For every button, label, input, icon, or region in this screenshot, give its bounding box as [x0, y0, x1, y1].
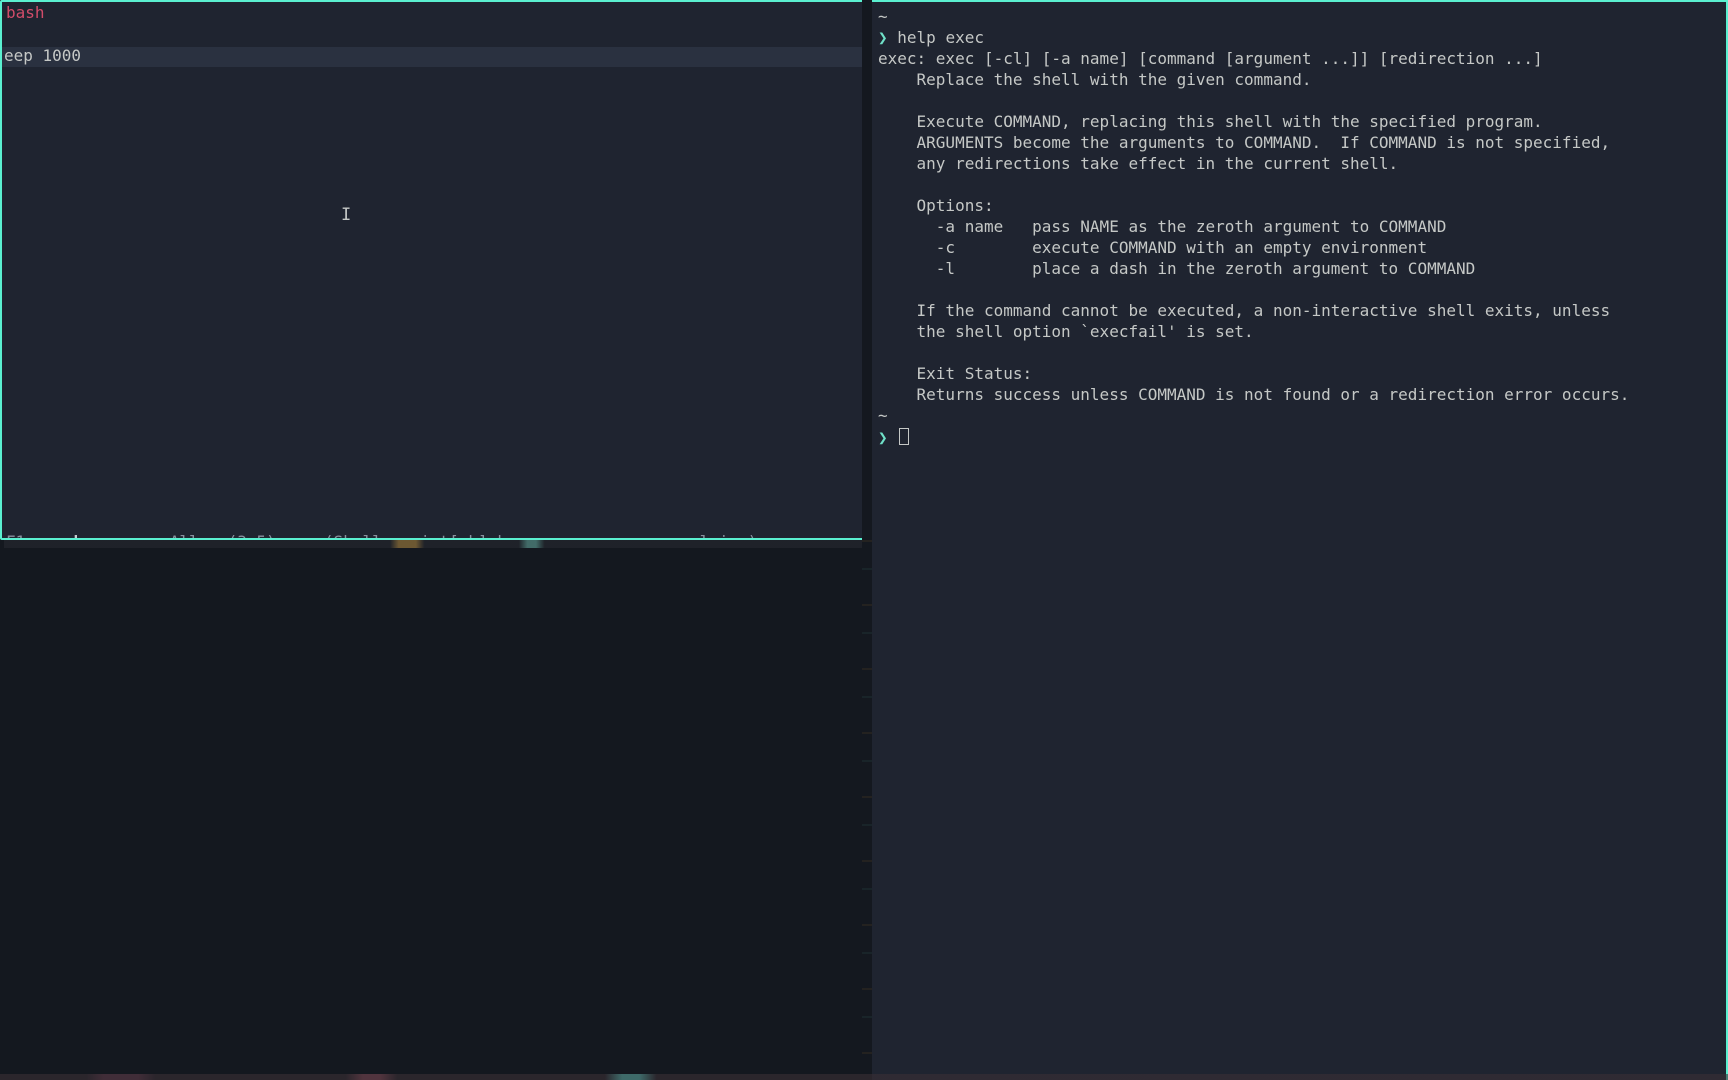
- help-output-line: [878, 281, 1720, 302]
- help-output-line: -a name pass NAME as the zeroth argument…: [878, 218, 1720, 239]
- help-output-line: [878, 176, 1720, 197]
- editor-body[interactable]: eep 1000 I: [2, 27, 864, 506]
- bottom-left-pane[interactable]: [0, 540, 866, 1080]
- gutter-decoration: [862, 540, 872, 1080]
- right-terminal-inner: ~ ❯ help exec exec: exec [-cl] [-a name]…: [878, 8, 1720, 449]
- term-pwd-tilde-1: ~: [878, 8, 1720, 29]
- prompt-icon: ❯: [878, 428, 888, 447]
- terminal-cursor-icon: [899, 428, 909, 445]
- help-output-line: exec: exec [-cl] [-a name] [command [arg…: [878, 50, 1720, 71]
- term-prompt-line-1: ❯ help exec: [878, 29, 1720, 50]
- help-output-line: Options:: [878, 197, 1720, 218]
- help-output-line: [878, 344, 1720, 365]
- help-output-line: Returns success unless COMMAND is not fo…: [878, 386, 1720, 407]
- prompt-icon: ❯: [878, 28, 888, 47]
- desktop-taskbar-sliver: [0, 1074, 1728, 1080]
- help-output-line: -l place a dash in the zeroth argument t…: [878, 260, 1720, 281]
- help-output-line: the shell option `execfail' is set.: [878, 323, 1720, 344]
- help-output-line: If the command cannot be executed, a non…: [878, 302, 1720, 323]
- statusbar-left-marker: F1: [6, 532, 25, 538]
- help-output-line: Execute COMMAND, replacing this shell wi…: [878, 113, 1720, 134]
- editor-status-bar: F1 a.sh All (3,5) (Shell-script[sh] hs y…: [2, 513, 864, 538]
- vertical-split-gutter[interactable]: [862, 0, 872, 1080]
- help-output-line: Exit Status:: [878, 365, 1720, 386]
- statusbar-modes: (Shell-script[sh] hs yas company counsel…: [324, 532, 757, 538]
- statusbar-filename: a.sh: [45, 532, 84, 538]
- statusbar-dashes: ----------------------------: [757, 532, 864, 538]
- editor-line-3-current: eep 1000: [2, 47, 864, 67]
- help-output-line: any redirections take effect in the curr…: [878, 155, 1720, 176]
- term-command-1: help exec: [897, 28, 984, 47]
- text-cursor-icon: I: [341, 206, 351, 226]
- editor-inner: bash eep 1000 I F1 a.sh All (3,5) (Shell…: [2, 2, 864, 538]
- right-terminal-pane[interactable]: ~ ❯ help exec exec: exec [-cl] [-a name]…: [872, 0, 1728, 1080]
- editor-shebang-line: bash: [2, 2, 864, 27]
- term-pwd-tilde-2: ~: [878, 407, 1720, 428]
- term-prompt-line-2[interactable]: ❯: [878, 428, 1720, 449]
- editor-line-2: [2, 27, 864, 47]
- bottom-left-titlebar-sliver: [4, 540, 862, 548]
- statusbar-cursor-pos: (3,5): [228, 532, 276, 538]
- editor-pane[interactable]: bash eep 1000 I F1 a.sh All (3,5) (Shell…: [0, 0, 866, 540]
- help-output-line: ARGUMENTS become the arguments to COMMAN…: [878, 134, 1720, 155]
- statusbar-scroll: All: [170, 532, 199, 538]
- desktop-root: bash eep 1000 I F1 a.sh All (3,5) (Shell…: [0, 0, 1728, 1080]
- help-output-line: -c execute COMMAND with an empty environ…: [878, 239, 1720, 260]
- help-output-line: [878, 92, 1720, 113]
- left-column: bash eep 1000 I F1 a.sh All (3,5) (Shell…: [0, 0, 866, 1080]
- help-output-line: Replace the shell with the given command…: [878, 71, 1720, 92]
